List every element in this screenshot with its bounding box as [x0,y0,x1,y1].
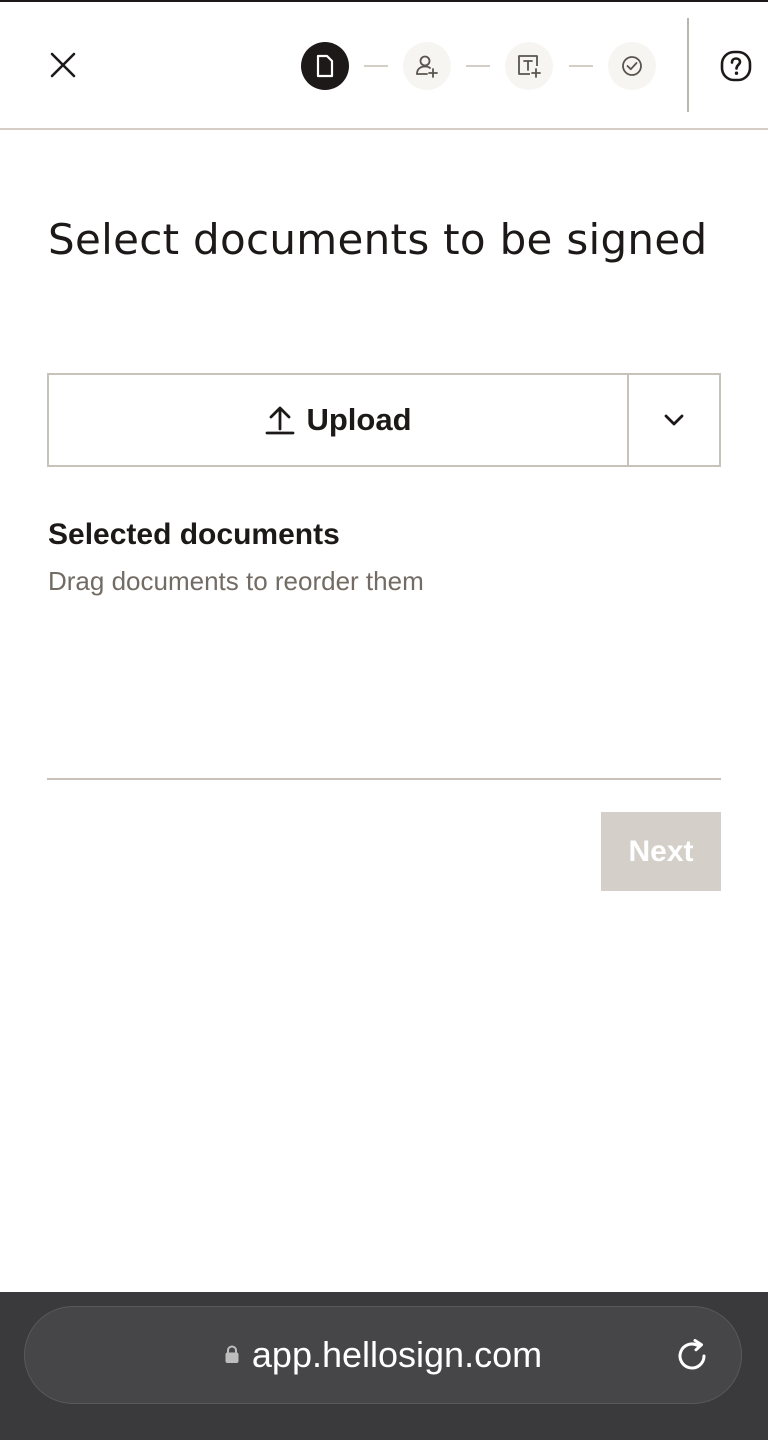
upload-icon [266,406,295,435]
lock-icon [225,1345,239,1364]
check-circle-icon [622,56,642,76]
upload-label: Upload [306,402,412,437]
header-divider [687,18,689,112]
upload-options-dropdown[interactable] [629,375,719,465]
url-field[interactable]: app.hellosign.com [24,1306,742,1404]
step-select-documents[interactable] [301,42,349,90]
selected-documents-hint: Drag documents to reorder them [48,566,424,596]
step-separator [466,65,490,67]
next-button[interactable]: Next [601,812,721,891]
upload-split-button: Upload [47,373,721,467]
add-text-field-icon [518,55,541,78]
close-button[interactable] [40,42,86,88]
url-display: app.hellosign.com [25,1335,741,1375]
page-title: Select documents to be signed [48,215,708,264]
step-review[interactable] [608,42,656,90]
close-icon [50,52,76,78]
url-text: app.hellosign.com [251,1334,543,1375]
document-icon [316,54,334,78]
reload-icon [678,1339,706,1370]
browser-address-bar: app.hellosign.com [0,1292,768,1440]
step-separator [569,65,593,67]
step-add-fields[interactable] [505,42,553,90]
chevron-down-icon [664,414,684,426]
wizard-header [0,2,768,130]
help-button[interactable] [712,42,760,90]
step-add-signers[interactable] [403,42,451,90]
upload-button[interactable]: Upload [49,375,629,465]
selected-documents-heading: Selected documents [48,518,340,551]
document-list-divider [47,778,721,780]
reload-button[interactable] [671,1335,713,1377]
help-icon [720,50,752,82]
step-separator [364,65,388,67]
add-signer-icon [416,55,438,78]
